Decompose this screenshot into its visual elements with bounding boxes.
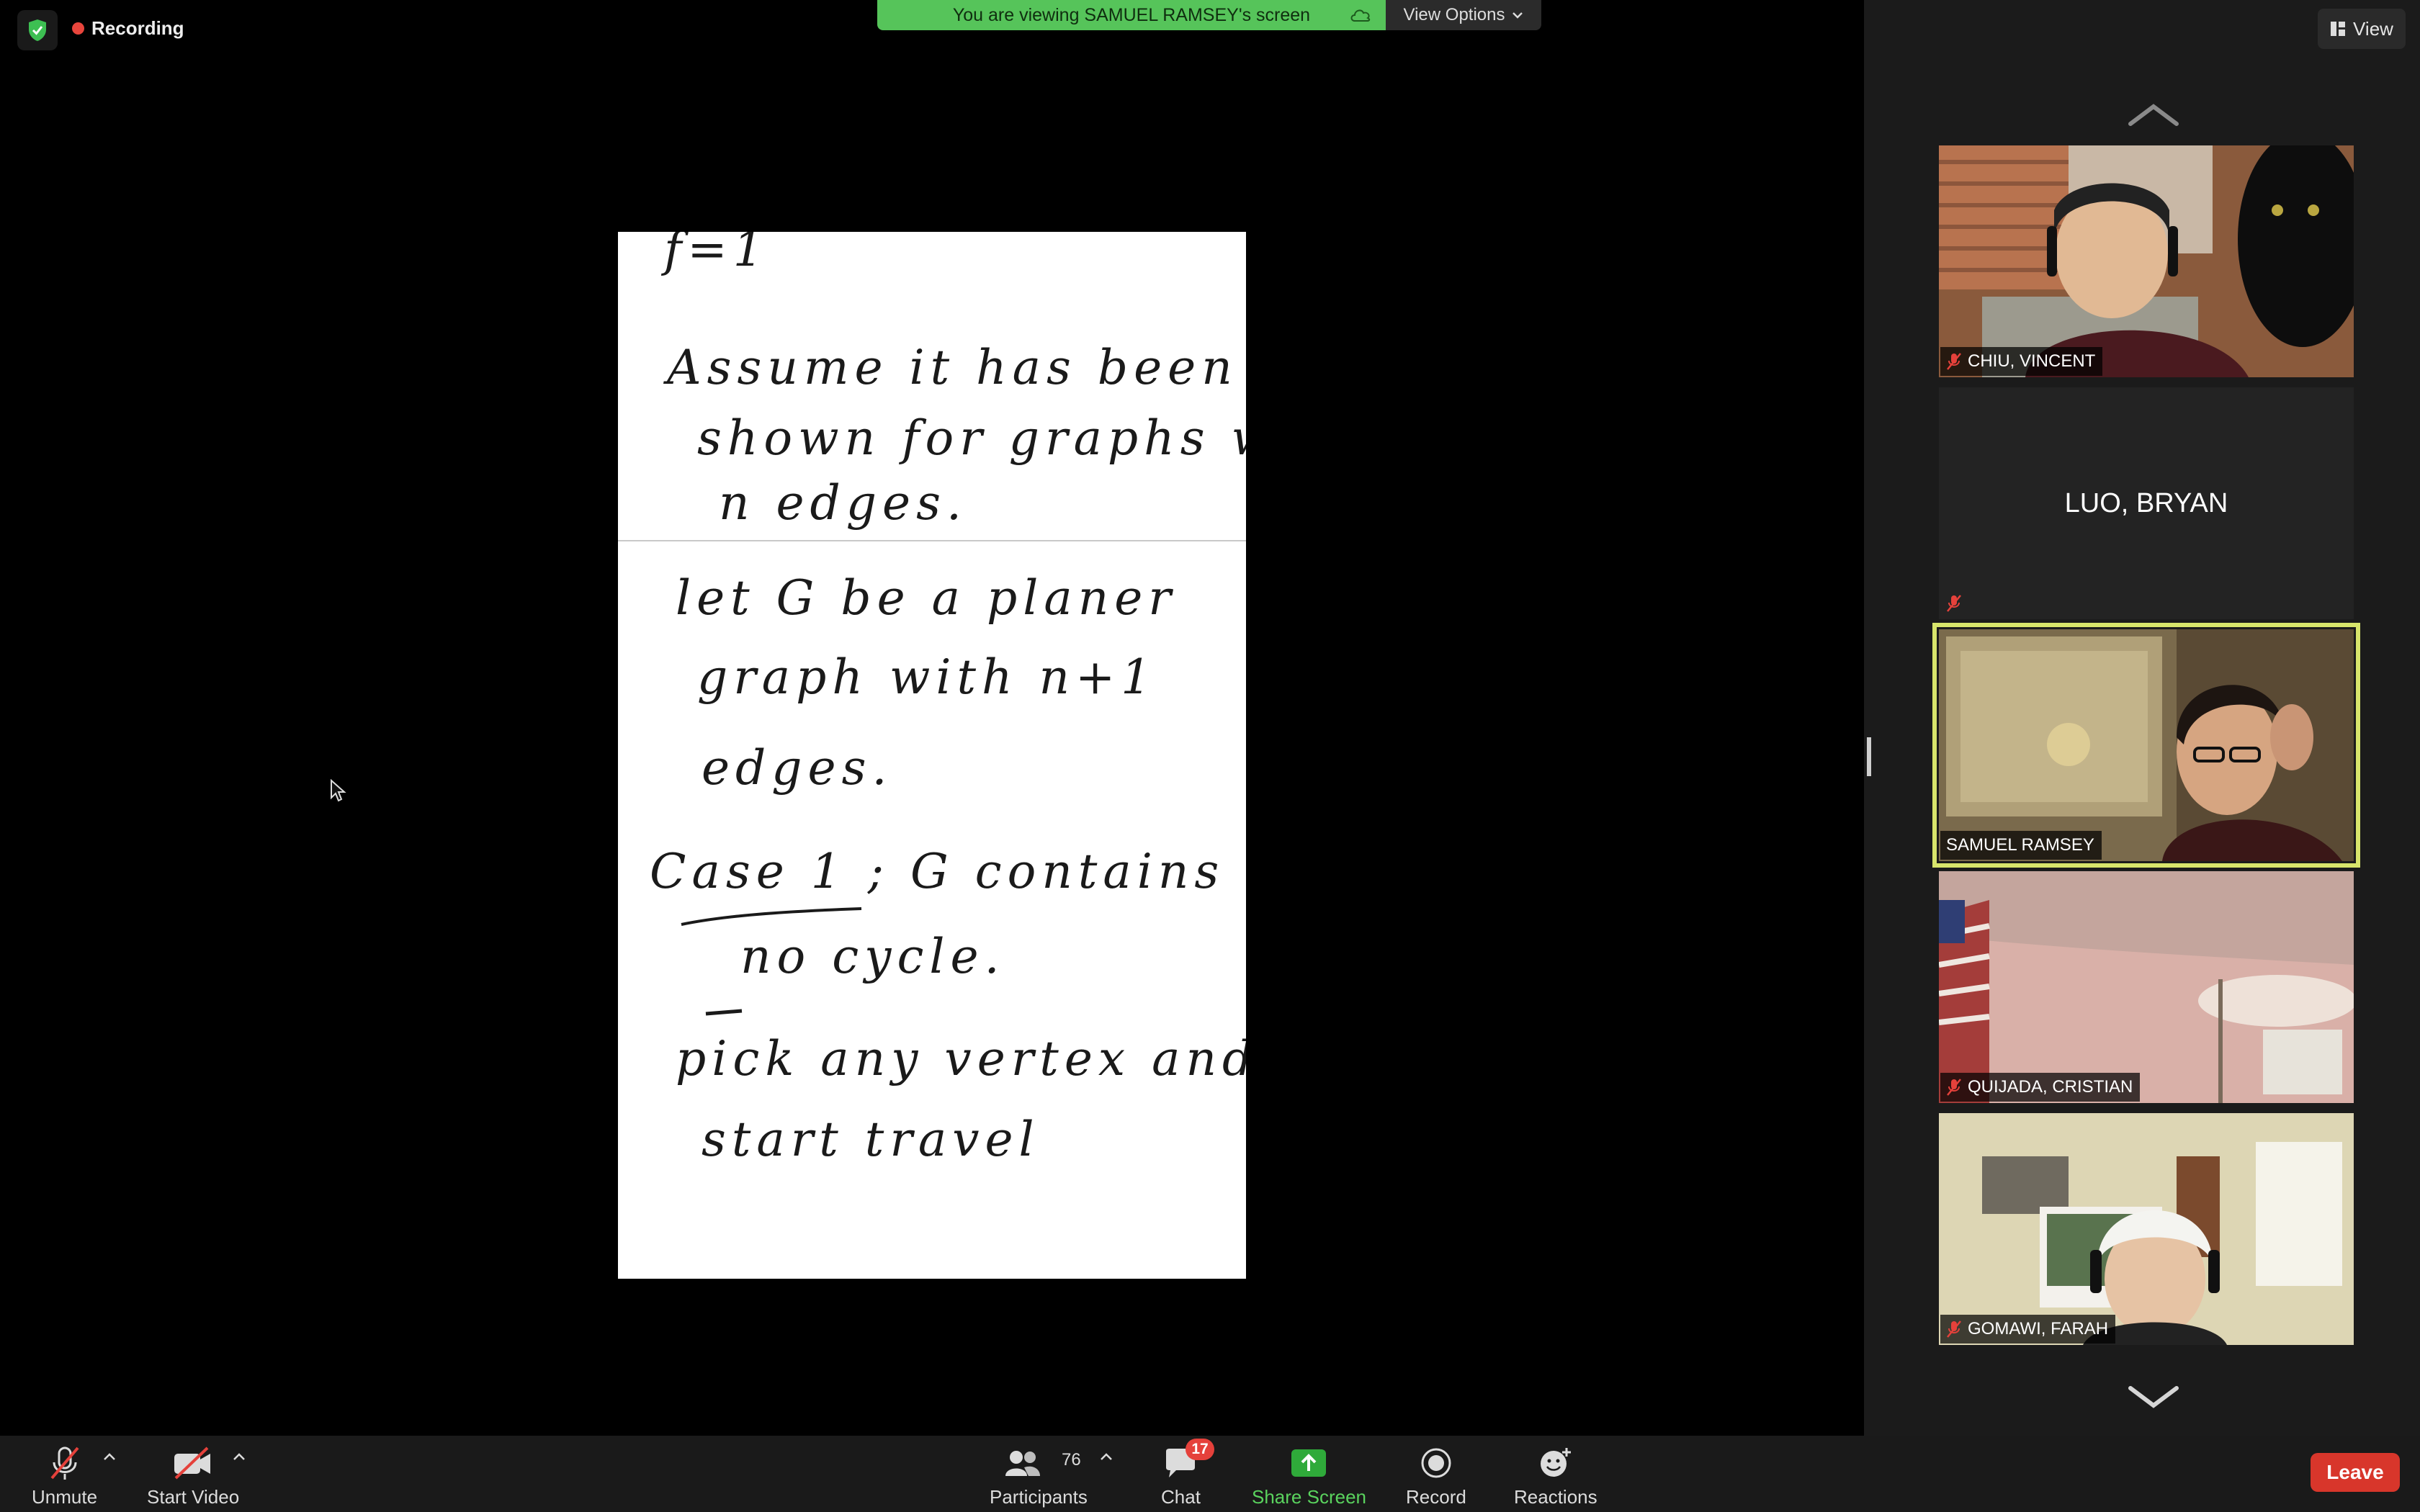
page-divider (618, 540, 1246, 541)
participant-tile-active-speaker[interactable]: SAMUEL RAMSEY (1932, 623, 2360, 868)
chevron-down-icon (1512, 12, 1523, 19)
participant-video (1939, 871, 2354, 1103)
handwritten-line: shown for graphs with (697, 410, 1246, 466)
participant-video (1939, 1113, 2354, 1345)
participants-count: 76 (1062, 1450, 1081, 1470)
chat-unread-badge: 17 (1186, 1439, 1214, 1460)
panel-resize-handle[interactable] (1867, 737, 1871, 776)
leave-button[interactable]: Leave (2311, 1453, 2400, 1492)
shared-screen-stage: Recording You are viewing SAMUEL RAMSEY'… (0, 0, 1864, 1436)
recording-label: Recording (91, 17, 184, 39)
record-label: Record (1406, 1486, 1466, 1508)
start-video-label: Start Video (147, 1486, 240, 1508)
chevron-up-icon[interactable] (102, 1452, 117, 1462)
share-screen-label: Share Screen (1252, 1486, 1366, 1508)
mouse-cursor-icon (331, 779, 346, 802)
mic-muted-icon (1947, 353, 1961, 370)
participant-name: SAMUEL RAMSEY (1946, 835, 2094, 855)
record-button[interactable]: Record (1406, 1444, 1466, 1508)
handwritten-line: Assume it has been (667, 340, 1238, 395)
start-video-button[interactable]: Start Video (147, 1444, 239, 1508)
reactions-button[interactable]: Reactions (1514, 1444, 1597, 1508)
video-off-icon (171, 1444, 215, 1482)
view-label: View (2353, 17, 2393, 40)
reactions-icon (1539, 1444, 1572, 1482)
mic-muted-icon (1947, 595, 1961, 612)
mic-muted-icon (48, 1444, 82, 1482)
handwritten-line: pick any vertex and (676, 1031, 1246, 1086)
chevron-up-icon[interactable] (1099, 1452, 1113, 1462)
participant-tile[interactable]: QUIJADA, CRISTIAN (1939, 871, 2354, 1103)
reactions-label: Reactions (1514, 1486, 1597, 1508)
layout-icon (2331, 22, 2346, 36)
participant-tile[interactable]: LUO, BRYAN (1939, 387, 2354, 619)
participant-name: CHIU, VINCENT (1968, 351, 2096, 371)
viewing-screen-banner: You are viewing SAMUEL RAMSEY's screen (877, 0, 1386, 30)
unmute-button[interactable]: Unmute (32, 1444, 97, 1508)
participant-video (1939, 629, 2354, 861)
participants-label: Participants (990, 1486, 1088, 1508)
participant-name-tag: SAMUEL RAMSEY (1940, 831, 2102, 860)
mic-muted-icon (1947, 1079, 1961, 1096)
chevron-down-icon[interactable] (2120, 1382, 2187, 1411)
handwritten-line: Case 1 ; G contains (650, 844, 1225, 899)
leave-label: Leave (2326, 1461, 2384, 1483)
unmute-label: Unmute (32, 1486, 98, 1508)
handwritten-line: graph with n+1 (697, 649, 1157, 705)
chat-label: Chat (1161, 1486, 1201, 1508)
shared-handwritten-page: f=1 Assume it has been shown for graphs … (618, 232, 1246, 1279)
participant-name-center: LUO, BRYAN (2064, 487, 2228, 518)
participant-tile[interactable]: CHIU, VINCENT (1939, 145, 2354, 377)
participant-name: GOMAWI, FARAH (1968, 1319, 2109, 1338)
participant-name-tag: CHIU, VINCENT (1940, 347, 2103, 376)
chevron-up-icon[interactable] (2120, 101, 2187, 130)
handwritten-line: f=1 (664, 232, 769, 277)
view-button[interactable]: View (2318, 9, 2406, 49)
participant-name: QUIJADA, CRISTIAN (1968, 1077, 2133, 1097)
handwritten-underline (681, 907, 862, 926)
handwritten-line: edges. (702, 740, 893, 796)
handwritten-line: let G be a planer (676, 570, 1177, 626)
participant-name-tag (1940, 589, 1969, 618)
handwritten-line: no cycle. (740, 929, 1005, 984)
participant-tile[interactable]: GOMAWI, FARAH (1939, 1113, 2354, 1345)
participant-name-tag: QUIJADA, CRISTIAN (1940, 1073, 2141, 1102)
record-icon (1420, 1444, 1452, 1482)
handwritten-line: start travel (702, 1112, 1040, 1167)
shield-icon[interactable] (17, 10, 58, 50)
view-options-button[interactable]: View Options (1386, 0, 1541, 30)
recording-indicator[interactable]: Recording (72, 17, 184, 40)
handwritten-line: n edges. (719, 475, 967, 531)
handwritten-dash (705, 1009, 743, 1016)
participant-name-tag: GOMAWI, FARAH (1940, 1315, 2116, 1344)
mic-muted-icon (1947, 1320, 1961, 1338)
cloud-icon (1350, 9, 1371, 22)
participant-video (1939, 145, 2354, 377)
recording-dot-icon (72, 22, 84, 35)
share-screen-icon (1290, 1444, 1327, 1482)
share-screen-button[interactable]: Share Screen (1252, 1444, 1366, 1508)
view-options-label: View Options (1403, 5, 1505, 24)
viewing-screen-text: You are viewing SAMUEL RAMSEY's screen (952, 4, 1311, 25)
chevron-up-icon[interactable] (232, 1452, 246, 1462)
